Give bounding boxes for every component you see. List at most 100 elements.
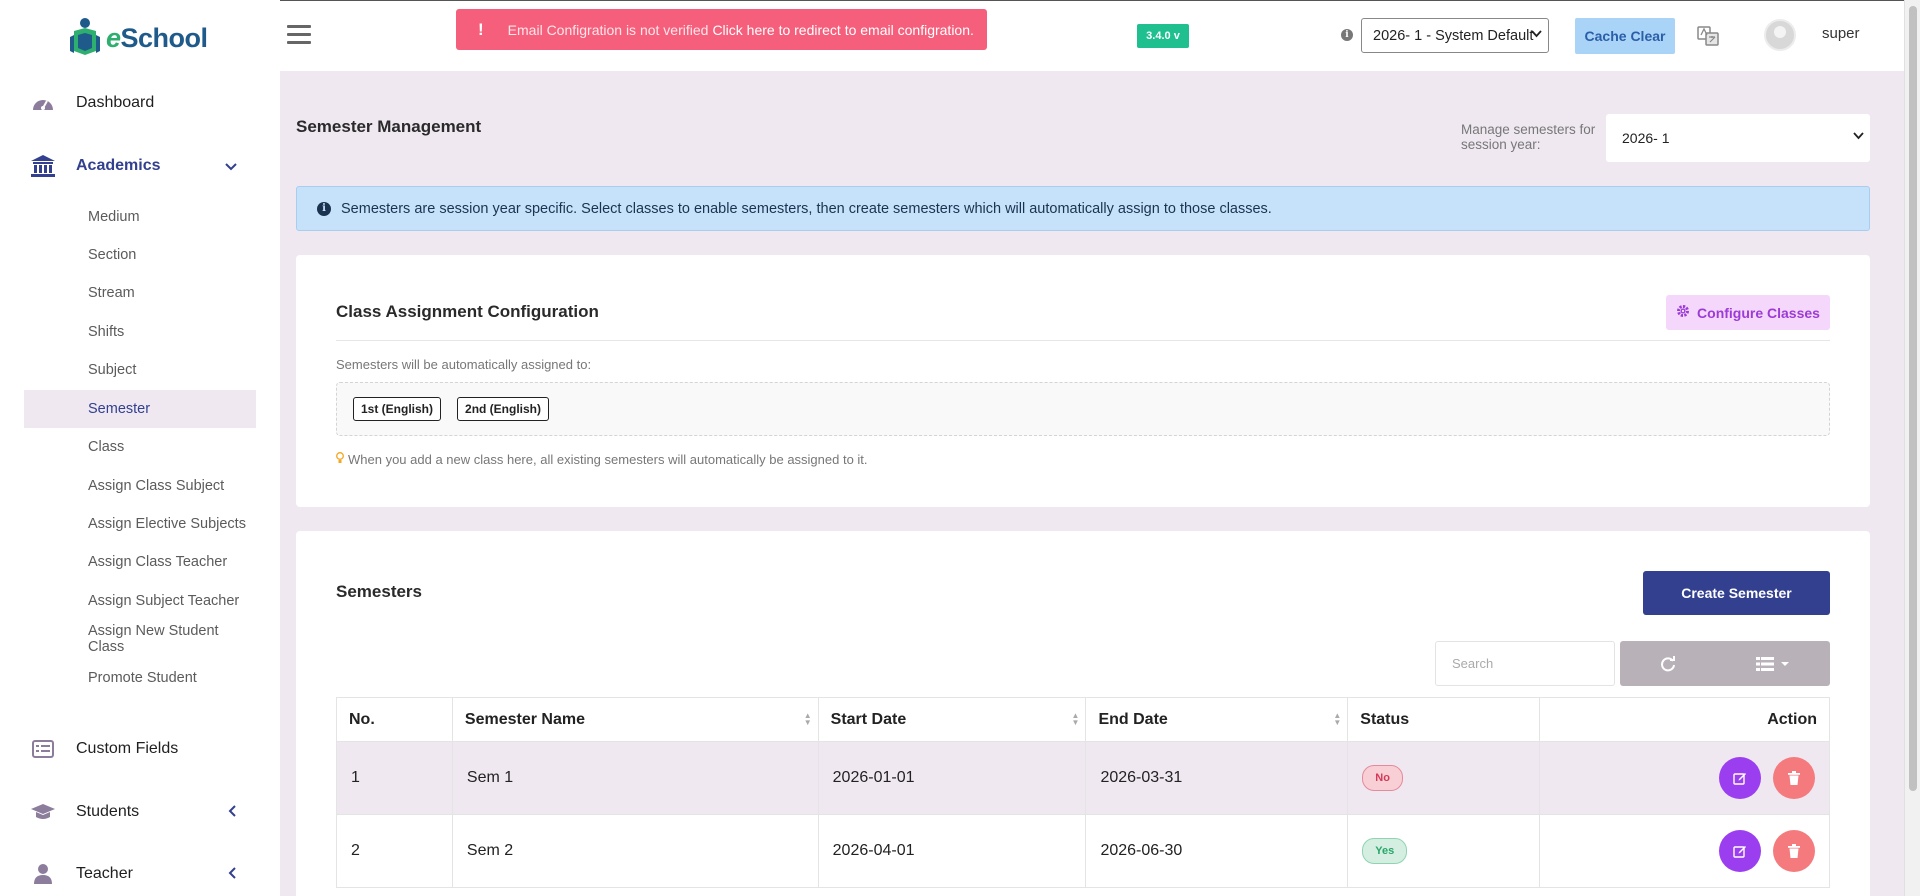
edit-button[interactable] [1718,757,1761,799]
semesters-title: Semesters [336,582,423,601]
sidebar-item-custom-fields[interactable]: Custom Fields [30,734,178,764]
sidebar-item-students[interactable]: Students [30,797,246,827]
sidebar-item-semester[interactable]: Semester [24,390,256,428]
user-name[interactable]: super [1822,25,1860,42]
sidebar-item-assign-elective-subjects[interactable]: Assign Elective Subjects [24,505,256,543]
brand-name-prefix: e [106,22,121,53]
column-header-label: Semester Name [464,710,585,728]
sidebar-item-teacher[interactable]: Teacher [30,859,246,889]
cell-end-date: 2026-06-30 [1085,814,1349,888]
info-banner: i Semesters are session year specific. S… [296,186,1870,231]
sidebar-item-medium[interactable]: Medium [24,198,256,236]
sidebar-item-label: Medium [88,209,140,225]
chevron-left-icon [228,866,236,882]
cell-start-date: 2026-04-01 [817,814,1087,888]
info-banner-text: Semesters are session year specific. Sel… [341,200,1272,217]
sidebar-item-assign-subject-teacher[interactable]: Assign Subject Teacher [24,582,256,620]
delete-button[interactable] [1773,757,1815,799]
sort-icon: ▲ ▼ [1071,711,1080,727]
page-scrollbar[interactable] [1904,0,1920,896]
create-semester-button[interactable]: Create Semester [1643,571,1830,615]
sidebar-item-promote-student[interactable]: Promote Student [24,659,256,697]
manage-session-year-value: 2026- 1 [1622,130,1670,146]
user-icon [30,863,56,885]
search-input[interactable]: Search [1435,641,1615,686]
edit-icon [1732,846,1746,858]
cache-clear-button[interactable]: Cache Clear [1575,18,1675,54]
class-assignment-title: Class Assignment Configuration [336,302,599,321]
assigned-to-label: Semesters will be automatically assigned… [336,357,592,372]
sidebar-item-assign-new-student-class[interactable]: Assign New Student Class [24,620,256,658]
chevron-down-icon [1531,29,1542,41]
columns-toggle-button[interactable] [1716,641,1830,686]
menu-toggle-icon[interactable] [287,25,311,45]
info-circle-icon: i [317,201,331,216]
cell-status: Yes [1347,814,1541,888]
cell-status: No [1347,741,1541,815]
column-header-no: No. [336,697,453,742]
sidebar: eSchool Dashboard Academics Medium Secti… [0,0,280,896]
sidebar-item-shifts[interactable]: Shifts [24,313,256,351]
class-assignment-card: Class Assignment Configuration Configure… [296,255,1870,507]
configure-classes-label: Configure Classes [1697,304,1820,321]
sidebar-item-label: Assign Elective Subjects [88,516,246,532]
sort-icon: ▲ ▼ [1333,711,1342,727]
email-config-link[interactable]: Click here to redirect to email configra… [712,22,973,38]
sidebar-item-dashboard[interactable]: Dashboard [30,88,154,118]
column-header-semester-name[interactable]: Semester Name ▲ ▼ [451,697,819,742]
sidebar-item-section[interactable]: Section [24,236,256,274]
sidebar-item-academics[interactable]: Academics [30,151,246,181]
trash-icon [1788,844,1800,858]
version-badge: 3.4.0 v [1137,24,1189,48]
configure-classes-button[interactable]: Configure Classes [1666,295,1830,330]
cell-action [1539,814,1830,888]
cell-action [1539,741,1830,815]
manage-session-year-select[interactable]: 2026- 1 [1606,114,1870,162]
sidebar-item-label: Teacher [76,865,133,882]
column-header-label: End Date [1098,710,1168,728]
cell-no: 2 [336,814,453,888]
edit-button[interactable] [1718,830,1761,872]
chevron-down-icon [1853,131,1864,143]
caret-down-icon [1781,661,1789,666]
scrollbar-thumb[interactable] [1909,6,1917,791]
brand-logo[interactable]: eSchool [66,16,208,60]
refresh-button[interactable] [1620,641,1716,686]
graduation-cap-icon [30,801,56,823]
sidebar-item-assign-class-teacher[interactable]: Assign Class Teacher [24,543,256,581]
delete-button[interactable] [1773,830,1815,872]
sidebar-item-stream[interactable]: Stream [24,274,256,312]
brand-name-rest: School [120,22,209,53]
list-form-icon [30,738,56,760]
manage-semesters-label: Manage semesters for session year: [1461,122,1596,152]
language-translate-icon[interactable] [1697,26,1719,46]
cell-semester-name: Sem 2 [451,814,819,888]
sidebar-item-label: Semester [88,401,151,417]
chevron-down-icon [225,158,237,174]
user-avatar[interactable] [1764,19,1796,51]
sidebar-item-assign-class-subject[interactable]: Assign Class Subject [24,467,256,505]
sidebar-item-label: Stream [88,285,135,301]
column-header-start-date[interactable]: Start Date ▲ ▼ [817,697,1087,742]
status-badge: Yes [1362,838,1408,864]
cell-no: 1 [336,741,453,815]
column-header-label: Start Date [830,710,907,728]
sidebar-item-class[interactable]: Class [24,428,256,466]
email-config-alert[interactable]: ! Email Configration is not verified Cli… [456,9,987,50]
session-year-select[interactable]: 2026- 1 - System Default [1361,18,1549,53]
sidebar-item-label: Assign Subject Teacher [88,593,240,609]
info-icon[interactable]: i [1341,29,1353,41]
institution-icon [30,155,56,177]
class-tag: 2nd (English) [457,397,550,421]
sidebar-item-label: Custom Fields [76,740,179,757]
hint-message: When you add a new class here, all exist… [348,452,868,467]
dashboard-gauge-icon [30,92,56,114]
sidebar-item-subject[interactable]: Subject [24,351,256,389]
list-columns-icon [1756,656,1774,671]
cell-semester-name: Sem 1 [451,741,819,815]
chevron-left-icon [228,804,236,820]
sidebar-item-label: Assign Class Subject [88,478,225,494]
sidebar-item-label: Assign New Student Class [88,623,219,655]
edit-icon [1732,773,1746,785]
column-header-end-date[interactable]: End Date ▲ ▼ [1085,697,1349,742]
